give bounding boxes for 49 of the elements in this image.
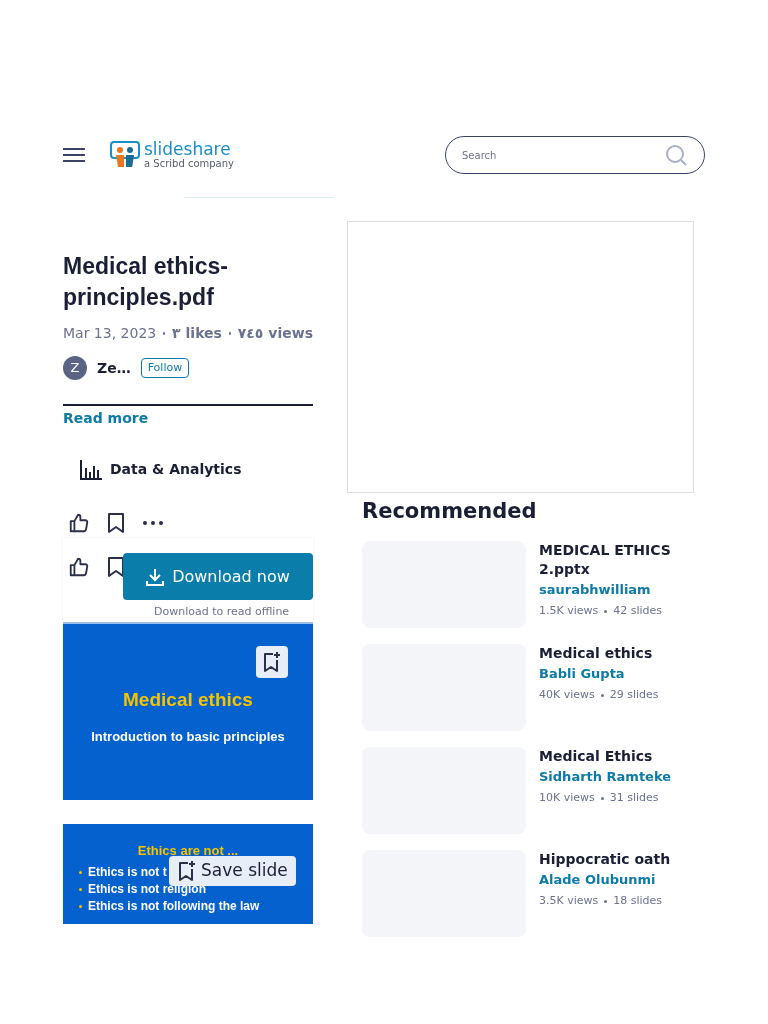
save-slide-button[interactable]: [256, 646, 288, 678]
recommended-author[interactable]: Babli Gupta: [539, 663, 689, 683]
recommended-views: 40K views: [539, 687, 595, 703]
upload-date: Mar 13, 2023: [63, 324, 157, 343]
recommended-author[interactable]: saurabhwilliam: [539, 579, 689, 599]
likes-count: ٣ likes: [172, 324, 222, 343]
bookmark-plus-icon: [177, 860, 197, 882]
recommended-slide-count: 29 slides: [609, 687, 659, 703]
menu-icon[interactable]: [63, 148, 85, 162]
bookmark-icon[interactable]: [106, 556, 126, 578]
logo-icon: [110, 141, 140, 169]
bookmark-icon[interactable]: [106, 512, 126, 534]
slide-subtitle: Introduction to basic principles: [91, 727, 285, 746]
bar-chart-icon: [80, 459, 102, 480]
download-icon: [146, 567, 165, 586]
download-caption: Download to read offline: [154, 604, 290, 620]
follow-button[interactable]: Follow: [140, 357, 190, 379]
author-name[interactable]: Ze…: [97, 357, 131, 379]
download-button[interactable]: Download now: [123, 553, 313, 600]
recommended-views: 1.5K views: [539, 603, 599, 619]
recommended-slide-count: 31 slides: [609, 790, 659, 806]
recommended-slide-count: 18 slides: [613, 893, 663, 909]
thumbs-up-icon[interactable]: [68, 556, 90, 578]
slide-heading: Ethics are not ...: [137, 843, 239, 858]
slide-heading: Medical ethics: [123, 688, 253, 712]
read-more-link[interactable]: Read more: [63, 408, 313, 429]
recommended-title[interactable]: Medical ethics: [539, 643, 689, 663]
thumbs-up-icon[interactable]: [68, 512, 90, 534]
recommended-title[interactable]: MEDICAL ETHICS 2.pptx: [539, 540, 689, 579]
logo-name: slideshare: [144, 141, 232, 158]
save-slide-button[interactable]: Save slide: [169, 856, 296, 886]
views-count: ٧٤٥ views: [237, 324, 313, 343]
logo-tagline: a Scribd company: [144, 159, 234, 169]
more-icon[interactable]: [142, 520, 164, 526]
document-title: Medical ethics-principles.pdf: [63, 252, 229, 312]
slide-bullet: Ethics is not t: [88, 864, 167, 881]
recommended-slide-count: 42 slides: [613, 603, 663, 619]
bookmark-plus-icon: [262, 651, 282, 673]
recommended-heading: Recommended: [362, 498, 538, 525]
recommended-author[interactable]: Sidharth Ramteke: [539, 766, 689, 786]
slide-bullet: Ethics is not following the law: [88, 898, 260, 915]
recommended-title[interactable]: Hippocratic oath: [539, 849, 689, 869]
recommended-views: 3.5K views: [539, 893, 599, 909]
recommended-title[interactable]: Medical Ethics: [539, 746, 689, 766]
recommended-views: 10K views: [539, 790, 595, 806]
search-field[interactable]: Search: [445, 136, 705, 174]
recommended-author[interactable]: Alade Olubunmi: [539, 869, 689, 889]
author-avatar[interactable]: Z: [63, 356, 87, 380]
category-label[interactable]: Data & Analytics: [110, 459, 242, 480]
